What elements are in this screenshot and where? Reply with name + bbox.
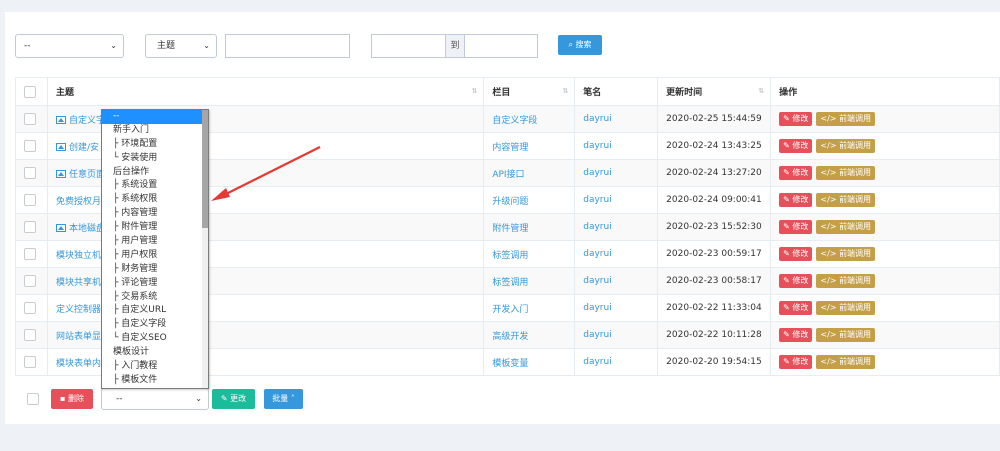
- annotation-arrow-line: [221, 146, 321, 197]
- annotation-arrow: [211, 146, 321, 201]
- annotation-arrow-head: [211, 188, 230, 201]
